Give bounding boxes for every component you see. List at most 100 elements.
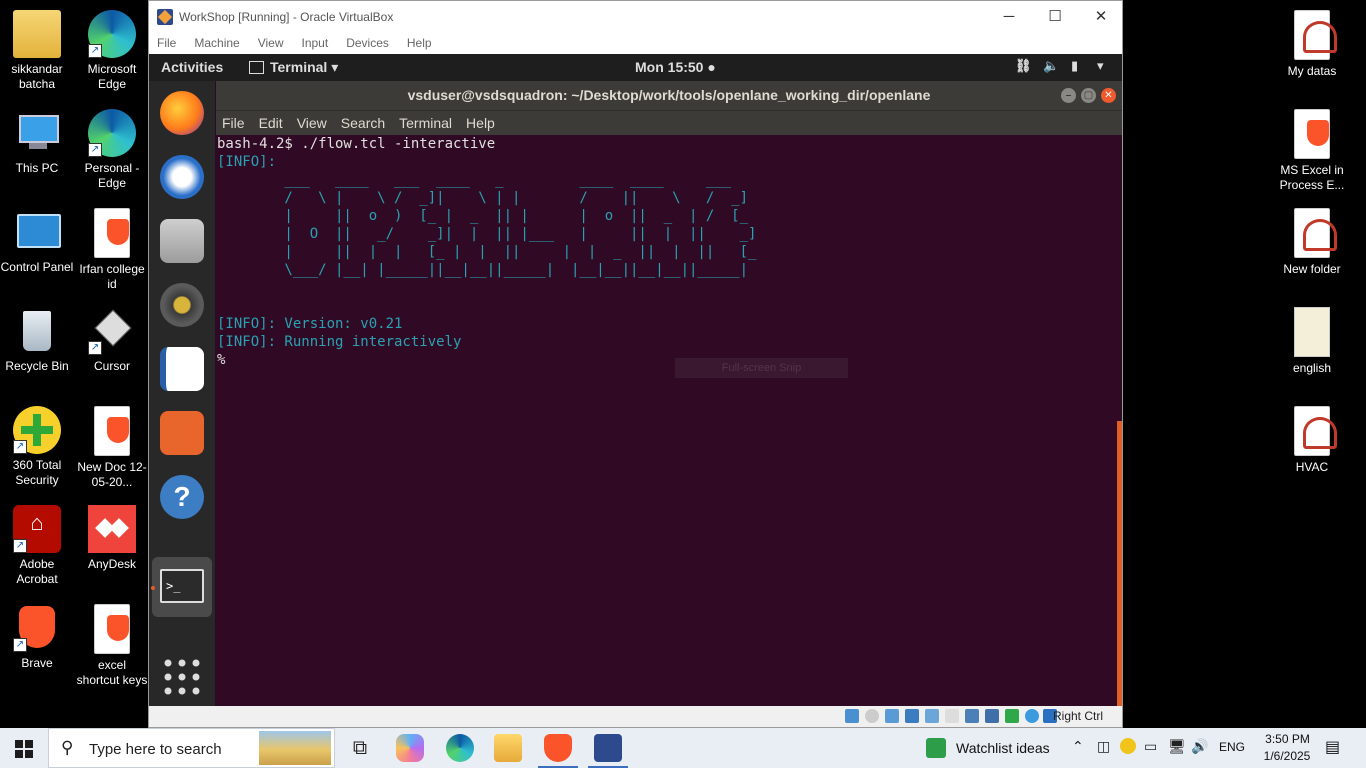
usb-icon[interactable] <box>925 709 939 723</box>
vbox-menu-file[interactable]: File <box>157 36 176 50</box>
tray-security-icon[interactable] <box>1120 738 1136 754</box>
desktop-icon-new-doc[interactable]: New Doc 12-05-20... <box>75 406 149 490</box>
edge-taskbar-icon[interactable] <box>446 734 474 762</box>
windows-start-icon[interactable] <box>15 740 33 763</box>
brave-document-icon <box>94 406 130 456</box>
windows-taskbar: ⚲ Type here to search ⧉ Watchlist ideas … <box>0 728 1366 768</box>
virtualbox-taskbar-icon[interactable] <box>594 734 622 762</box>
desktop-icon-english[interactable]: english <box>1275 307 1349 376</box>
vbox-menu-machine[interactable]: Machine <box>194 36 239 50</box>
terminal-menu-edit[interactable]: Edit <box>259 115 283 131</box>
guest-display[interactable]: Activities Terminal ▾ Mon 15:50 ● ⛓ 🔈 ▮ … <box>149 54 1122 707</box>
desktop-icon-recycle-bin[interactable]: Recycle Bin <box>0 307 74 374</box>
desktop-icon-excel-shortcut-keys[interactable]: excel shortcut keys <box>75 604 149 688</box>
tray-device-icon[interactable]: ◫ <box>1097 738 1110 755</box>
desktop-icon-360-total-security[interactable]: ↗ 360 Total Security <box>0 406 74 488</box>
network-icon[interactable]: ⛓ <box>1015 58 1032 74</box>
desktop-icon-my-datas[interactable]: My datas <box>1275 10 1349 79</box>
firefox-icon[interactable] <box>160 91 204 135</box>
desktop-icon-adobe-acrobat[interactable]: ⌂ ↗ Adobe Acrobat <box>0 505 74 587</box>
terminal-menu-terminal[interactable]: Terminal <box>399 115 452 131</box>
taskbar-date[interactable]: 1/6/2025 <box>1256 749 1318 763</box>
audio-icon[interactable] <box>885 709 899 723</box>
video-capture-icon[interactable] <box>985 709 999 723</box>
battery-tray-icon[interactable]: ▭ <box>1144 738 1157 755</box>
optical-drive-icon[interactable] <box>865 709 879 723</box>
system-menu-chevron-icon[interactable]: ▾ <box>1097 58 1104 74</box>
terminal-dock-active[interactable]: >_ <box>152 557 212 617</box>
vbox-menu-input[interactable]: Input <box>302 36 329 50</box>
maximize-button[interactable]: ☐ <box>1032 1 1078 32</box>
volume-icon[interactable]: 🔈 <box>1043 58 1059 74</box>
shared-folders-icon[interactable] <box>945 709 959 723</box>
desktop-icon-this-pc[interactable]: This PC <box>0 109 74 176</box>
network-adapter-icon[interactable] <box>905 709 919 723</box>
chevron-up-icon[interactable]: ⌃ <box>1072 738 1084 755</box>
terminal-scrollbar[interactable] <box>1117 421 1122 707</box>
terminal-output[interactable]: bash-4.2$ ./flow.tcl -interactive [INFO]:… <box>216 135 1122 707</box>
software-center-icon[interactable] <box>160 411 204 455</box>
activities-button[interactable]: Activities <box>161 59 223 75</box>
language-indicator[interactable]: ENG <box>1219 740 1245 754</box>
writer-icon[interactable] <box>160 347 204 391</box>
desktop-icon-ms-excel[interactable]: MS Excel in Process E... <box>1275 109 1349 193</box>
vbox-menu-view[interactable]: View <box>258 36 284 50</box>
task-view-icon[interactable]: ⧉ <box>346 734 374 762</box>
terminal-maximize-button[interactable]: ▢ <box>1081 88 1096 103</box>
watchlist-label[interactable]: Watchlist ideas <box>956 740 1050 756</box>
desktop-icon-hvac[interactable]: HVAC <box>1275 406 1349 475</box>
help-icon[interactable]: ? <box>160 475 204 519</box>
files-icon[interactable] <box>160 219 204 263</box>
vbox-titlebar[interactable]: WorkShop [Running] - Oracle VirtualBox ─… <box>149 1 1122 32</box>
copilot-icon[interactable] <box>396 734 424 762</box>
hard-disk-icon[interactable] <box>845 709 859 723</box>
desktop-icon-label: Brave <box>21 656 53 670</box>
rhythmbox-icon[interactable] <box>160 283 204 327</box>
network-tray-icon[interactable]: 🖥 <box>1168 738 1186 755</box>
desktop-icon-sikkandar-batcha[interactable]: sikkandar batcha <box>0 10 74 92</box>
terminal-small-icon <box>249 61 264 74</box>
terminal-close-button[interactable]: ✕ <box>1101 88 1116 103</box>
desktop-icon-cursor[interactable]: ↗ Cursor <box>75 307 149 374</box>
terminal-titlebar[interactable]: vsduser@vsdsquadron: ~/Desktop/work/tool… <box>216 81 1122 110</box>
terminal-menu-search[interactable]: Search <box>341 115 385 131</box>
desktop-icon-irfan-college-id[interactable]: Irfan college id <box>75 208 149 292</box>
notification-icon[interactable]: ▤ <box>1325 737 1340 757</box>
desktop-icon-personal-edge[interactable]: ↗ Personal - Edge <box>75 109 149 191</box>
minimize-button[interactable]: ─ <box>986 1 1032 32</box>
terminal-menu-help[interactable]: Help <box>466 115 495 131</box>
mouse-integration-icon[interactable] <box>1025 709 1039 723</box>
desktop-icon-anydesk[interactable]: AnyDesk <box>75 505 149 572</box>
app-menu[interactable]: Terminal ▾ <box>270 59 338 76</box>
desktop-icon-label: This PC <box>15 161 59 175</box>
terminal-window[interactable]: vsduser@vsdsquadron: ~/Desktop/work/tool… <box>216 81 1122 707</box>
desktop-icon-control-panel[interactable]: Control Panel <box>0 208 74 275</box>
terminal-minimize-button[interactable]: – <box>1061 88 1076 103</box>
desktop-icon-new-folder[interactable]: New folder <box>1275 208 1349 277</box>
watchlist-icon[interactable] <box>926 738 946 758</box>
vbox-menu-devices[interactable]: Devices <box>346 36 389 50</box>
brave-taskbar-icon[interactable] <box>544 734 572 762</box>
battery-icon[interactable]: ▮ <box>1071 58 1078 74</box>
desktop-icon-microsoft-edge[interactable]: ↗ Microsoft Edge <box>75 10 149 92</box>
desktop-icon-brave[interactable]: ↗ Brave <box>0 604 74 671</box>
vbox-menu-help[interactable]: Help <box>407 36 432 50</box>
terminal-line: | || | | [_ | | || | | _ || | || [_ <box>217 244 757 260</box>
virtualbox-window: WorkShop [Running] - Oracle VirtualBox ─… <box>148 0 1123 728</box>
taskbar-search-box[interactable]: ⚲ Type here to search <box>48 728 335 768</box>
search-highlight-image <box>259 731 331 765</box>
volume-tray-icon[interactable]: 🔊 <box>1191 738 1208 755</box>
gnome-clock[interactable]: Mon 15:50 ● <box>635 59 716 75</box>
display-icon[interactable] <box>965 709 979 723</box>
taskbar-time[interactable]: 3:50 PM <box>1260 732 1315 746</box>
file-explorer-icon[interactable] <box>494 734 522 762</box>
terminal-menu-file[interactable]: File <box>222 115 245 131</box>
thunderbird-icon[interactable] <box>160 155 204 199</box>
show-applications-icon[interactable] <box>160 655 204 699</box>
close-button[interactable]: ✕ <box>1078 1 1124 32</box>
shortcut-arrow-icon: ↗ <box>13 638 27 652</box>
terminal-menu-view[interactable]: View <box>297 115 327 131</box>
vbox-window-title: WorkShop [Running] - Oracle VirtualBox <box>179 9 394 24</box>
edge-profile-icon: ↗ <box>88 109 136 157</box>
cpu-icon[interactable] <box>1005 709 1019 723</box>
